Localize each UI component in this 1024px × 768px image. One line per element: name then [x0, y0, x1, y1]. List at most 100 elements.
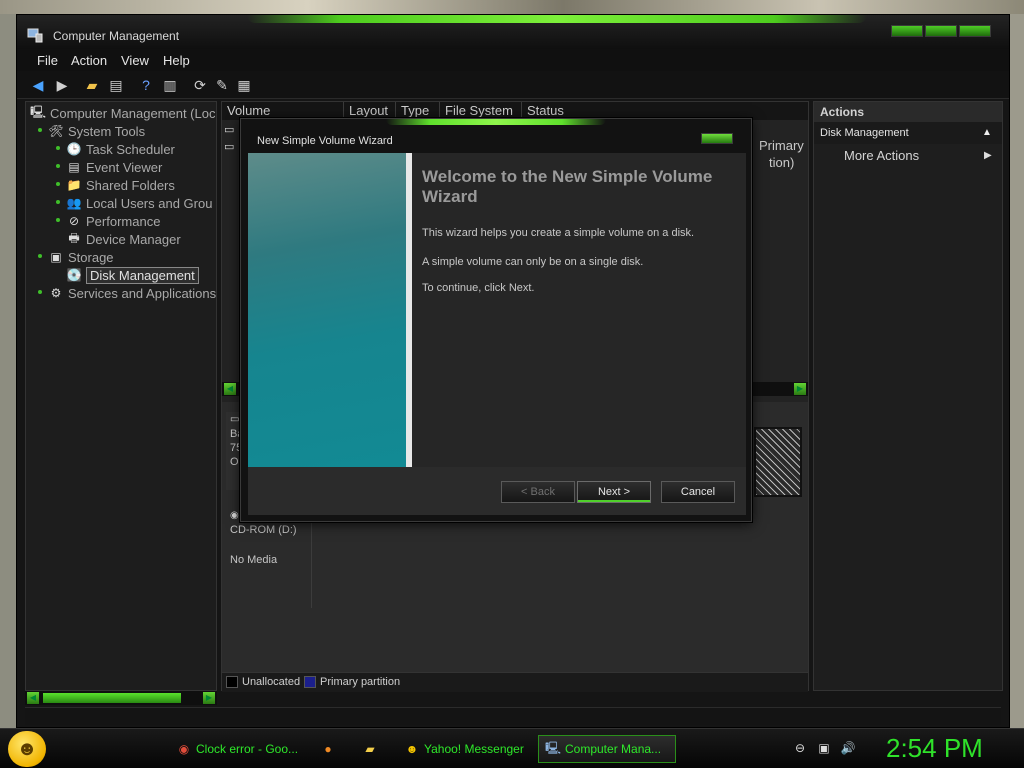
- show-hide-tree-icon[interactable]: ▤: [107, 76, 125, 94]
- menu-help[interactable]: Help: [163, 53, 190, 68]
- folder-icon: ▰: [365, 742, 375, 756]
- help-icon[interactable]: ?: [137, 76, 155, 94]
- expand-bullet[interactable]: [38, 254, 42, 258]
- start-smiley-icon[interactable]: ☻: [8, 731, 46, 767]
- cdrom-media-status: No Media: [230, 554, 278, 566]
- tree-label: Performance: [86, 213, 161, 229]
- more-actions-item[interactable]: More Actions: [844, 148, 919, 163]
- back-button[interactable]: < Back: [501, 481, 575, 503]
- tree-item-disk-management[interactable]: 💽 Disk Management: [66, 266, 199, 284]
- tree-label: Task Scheduler: [86, 141, 175, 157]
- task-label: Clock error - Goo...: [196, 742, 299, 756]
- wizard-banner-image: [248, 153, 406, 467]
- scroll-left-button[interactable]: ◀: [27, 692, 39, 704]
- tree-label: Computer Management (Loc: [50, 105, 216, 121]
- tree-label: Disk Management: [86, 266, 199, 284]
- scroll-left-button[interactable]: ◀: [224, 383, 236, 395]
- collapse-up-icon[interactable]: ▲: [982, 122, 992, 144]
- expand-bullet[interactable]: [56, 164, 60, 168]
- disk-icon: 💽: [66, 268, 82, 282]
- next-button[interactable]: Next >: [577, 481, 651, 503]
- task-explorer[interactable]: ▰: [358, 735, 386, 763]
- expand-bullet[interactable]: [56, 182, 60, 186]
- tree-item-task-scheduler[interactable]: 🕒 Task Scheduler: [66, 140, 175, 158]
- show-hide-action-pane-icon[interactable]: ▥: [161, 76, 179, 94]
- shared-folder-icon: 📁: [66, 178, 82, 192]
- scroll-right-button[interactable]: ▶: [794, 383, 806, 395]
- cdrom-icon: ◉: [230, 510, 239, 521]
- clock-icon: 🕒: [66, 142, 82, 156]
- drive-icon: ▭: [224, 141, 235, 153]
- tree-horizontal-scrollbar[interactable]: ◀ ▶: [25, 691, 217, 705]
- window-title: Computer Management: [53, 29, 180, 43]
- menu-file[interactable]: File: [37, 53, 58, 68]
- desktop: Computer Management File Action View Hel…: [0, 0, 1024, 768]
- tree-item-performance[interactable]: ⊘ Performance: [66, 212, 160, 230]
- menu-view[interactable]: View: [121, 53, 149, 68]
- wizard-paragraph-3: To continue, click Next.: [422, 282, 535, 294]
- tray-minus-icon[interactable]: ⊖: [792, 741, 808, 757]
- volume-status-fragment: tion): [769, 155, 795, 170]
- tree-label: System Tools: [68, 123, 146, 139]
- tree-label: Event Viewer: [86, 159, 163, 175]
- settings-icon[interactable]: ▦: [235, 76, 253, 94]
- tree-item-computer-management[interactable]: 🖳 Computer Management (Loc: [30, 104, 215, 122]
- legend-primary-label: Primary partition: [320, 676, 401, 688]
- cancel-button[interactable]: Cancel: [661, 481, 735, 503]
- partition-selected-hatched[interactable]: [754, 427, 802, 497]
- console-tree: 🖳 Computer Management (Loc 🛠 System Tools …: [25, 101, 217, 691]
- tree-item-storage[interactable]: ▣ Storage: [48, 248, 114, 266]
- tree-item-event-viewer[interactable]: ▤ Event Viewer: [66, 158, 162, 176]
- task-yahoo-messenger[interactable]: ☻ Yahoo! Messenger: [398, 735, 530, 763]
- performance-icon: ⊘: [68, 214, 80, 228]
- expand-bullet[interactable]: [38, 290, 42, 294]
- actions-pane: Actions Disk Management ▲ More Actions ▶: [813, 101, 1003, 691]
- wizard-paragraph-1: This wizard helps you create a simple vo…: [422, 227, 695, 239]
- tree-label: Local Users and Grou: [86, 195, 213, 211]
- taskbar-clock[interactable]: 2:54 PM: [886, 733, 983, 764]
- tree-label: Shared Folders: [86, 177, 175, 193]
- tree-label: Storage: [68, 249, 114, 265]
- back-arrow-icon[interactable]: ◀: [29, 76, 47, 94]
- wallpaper-left: [0, 14, 16, 728]
- tray-volume-icon[interactable]: 🔊: [840, 741, 856, 757]
- tree-label: Device Manager: [86, 231, 181, 247]
- status-bar: [25, 707, 1001, 725]
- scroll-right-button[interactable]: ▶: [203, 692, 215, 704]
- task-chrome[interactable]: ◉ Clock error - Goo...: [170, 735, 306, 763]
- task-firefox[interactable]: ●: [316, 735, 344, 763]
- minimize-button[interactable]: [891, 25, 923, 37]
- tree-item-system-tools[interactable]: 🛠 System Tools: [48, 122, 145, 140]
- tree-item-local-users[interactable]: 👥 Local Users and Grou: [66, 194, 213, 212]
- tray-network-icon[interactable]: ▣: [816, 741, 832, 757]
- maximize-button[interactable]: [925, 25, 957, 37]
- computer-icon: 🖳: [545, 740, 562, 755]
- task-computer-management[interactable]: 🖳 Computer Mana...: [538, 735, 676, 763]
- tree-item-shared-folders[interactable]: 📁 Shared Folders: [66, 176, 175, 194]
- forward-arrow-icon[interactable]: ▶: [53, 76, 71, 94]
- close-button[interactable]: [959, 25, 991, 37]
- legend-unallocated-swatch: [226, 676, 238, 688]
- computer-management-icon: [27, 28, 43, 43]
- expand-bullet[interactable]: [56, 200, 60, 204]
- title-glow: [247, 15, 867, 23]
- chevron-right-icon: ▶: [984, 150, 992, 161]
- tree-item-services-applications[interactable]: ⚙ Services and Applications: [48, 284, 216, 302]
- dialog-close-button[interactable]: [701, 133, 733, 144]
- title-bar[interactable]: Computer Management: [17, 15, 1009, 49]
- disk0-status: O: [230, 456, 239, 468]
- expand-bullet[interactable]: [56, 146, 60, 150]
- menu-action[interactable]: Action: [71, 53, 107, 68]
- scrollbar-thumb[interactable]: [43, 693, 181, 703]
- expand-bullet[interactable]: [38, 128, 42, 132]
- legend-primary-swatch: [304, 676, 316, 688]
- refresh-icon[interactable]: ⟳: [191, 76, 209, 94]
- tree-item-device-manager[interactable]: 🖶 Device Manager: [66, 230, 181, 248]
- device-manager-icon: 🖶: [68, 230, 80, 245]
- folder-up-icon[interactable]: ▰: [83, 76, 101, 94]
- properties-icon[interactable]: ✎: [213, 76, 231, 94]
- expand-bullet[interactable]: [56, 218, 60, 222]
- actions-section-label: Disk Management: [820, 127, 909, 139]
- computer-icon: 🖳: [30, 104, 47, 119]
- actions-section-disk-management[interactable]: Disk Management ▲: [814, 122, 1002, 144]
